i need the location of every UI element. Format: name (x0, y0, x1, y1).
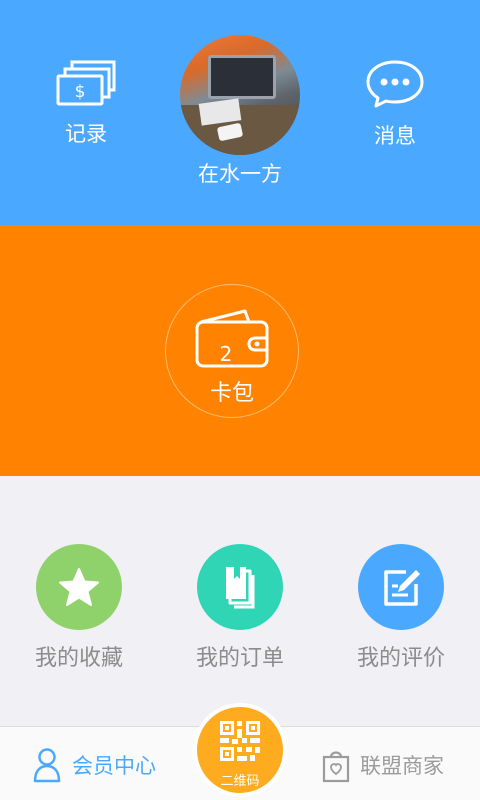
person-icon (33, 748, 61, 783)
tab-member-center[interactable]: 会员中心 (32, 747, 156, 783)
wallet-label: 卡包 (209, 381, 254, 406)
qr-code-label: 二维码 (220, 774, 260, 789)
edit-icon (384, 570, 420, 606)
messages-button[interactable]: 消息 (335, 58, 455, 150)
cash-stack-icon: $ (56, 60, 116, 106)
tab-alliance-merchants[interactable]: 联盟商家 (322, 747, 444, 783)
my-favorites-label: 我的收藏 (34, 646, 123, 671)
record-button[interactable]: $ 记录 (26, 58, 146, 148)
avatar-photo-monitor (208, 55, 276, 99)
qr-code-icon (220, 721, 260, 761)
star-icon (59, 568, 99, 606)
qr-code-button[interactable]: 二维码 (193, 703, 287, 797)
profile-page: $ 记录 在水一方 消息 2 卡包 我的收藏 我的订单 我的评价 会员中心 联盟… (0, 0, 480, 800)
profile-header: $ 记录 在水一方 消息 (0, 0, 480, 225)
book-icon (226, 567, 255, 609)
my-orders-label: 我的订单 (195, 646, 284, 671)
shopping-bag-icon (322, 751, 350, 783)
messages-label: 消息 (374, 124, 416, 148)
reviews-circle (358, 544, 444, 630)
svg-text:$: $ (75, 82, 86, 102)
actions-section: 我的收藏 我的订单 我的评价 (0, 476, 480, 726)
wallet-section: 2 卡包 (0, 225, 480, 476)
record-label: 记录 (65, 122, 107, 146)
member-center-label: 会员中心 (72, 754, 156, 778)
my-orders-button[interactable]: 我的订单 (170, 544, 310, 672)
avatar[interactable] (180, 35, 300, 155)
my-favorites-button[interactable]: 我的收藏 (9, 544, 149, 672)
wallet-count: 2 (219, 342, 233, 366)
orders-circle (197, 544, 283, 630)
my-reviews-button[interactable]: 我的评价 (331, 544, 471, 672)
user-name: 在水一方 (198, 162, 282, 186)
chat-bubble-icon (366, 60, 424, 108)
alliance-merchants-label: 联盟商家 (360, 754, 444, 778)
my-reviews-label: 我的评价 (356, 646, 445, 671)
favorites-circle (36, 544, 122, 630)
